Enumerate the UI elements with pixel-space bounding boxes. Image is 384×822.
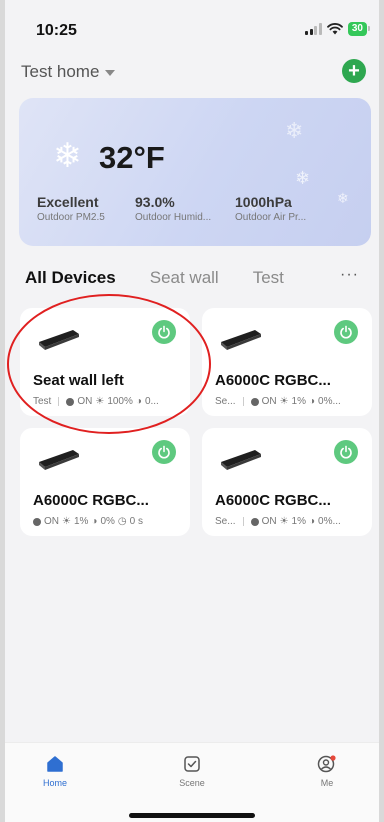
weather-card[interactable]: ❄ ❄ ❄ ❄ ❄ 32°F Excellent Outdoor PM2.5 9… xyxy=(19,98,371,246)
device-state: ON xyxy=(261,396,277,407)
half-circle-icon: ◑ xyxy=(309,516,316,527)
power-toggle[interactable] xyxy=(334,320,358,344)
brightness-icon: ☀ xyxy=(62,516,71,527)
device-name: A6000C RGBC... xyxy=(215,492,331,509)
pm25-stat: Excellent Outdoor PM2.5 xyxy=(37,194,105,223)
more-options-button[interactable]: ··· xyxy=(340,266,359,284)
tab-all-devices[interactable]: All Devices xyxy=(25,268,116,288)
device-name: A6000C RGBC... xyxy=(33,492,149,509)
device-brightness: 1% xyxy=(73,516,89,527)
device-status: ON ☀ 1% ◑ 0% ◷ 0 s xyxy=(33,516,143,527)
humidity-stat: 93.0% Outdoor Humid... xyxy=(135,194,211,223)
nav-me[interactable]: Me xyxy=(297,755,357,788)
battery-icon: 30 xyxy=(347,22,371,36)
device-room: Se... xyxy=(215,516,236,527)
home-name: Test home xyxy=(21,62,100,81)
highlight-annotation xyxy=(7,294,211,434)
snowflake-icon: ❄ xyxy=(53,137,82,175)
chevron-down-icon xyxy=(105,70,116,76)
nav-home[interactable]: Home xyxy=(25,755,85,788)
power-toggle[interactable] xyxy=(152,440,176,464)
add-device-button[interactable]: + xyxy=(342,59,366,83)
divider xyxy=(242,517,244,526)
device-card[interactable]: A6000C RGBC... ON ☀ 1% ◑ 0% ◷ 0 s xyxy=(20,428,190,536)
home-icon xyxy=(47,756,63,772)
stat-value: 93.0% xyxy=(135,194,175,210)
half-circle-icon: ◑ xyxy=(309,396,316,407)
power-icon xyxy=(158,445,170,459)
brightness-icon: ☀ xyxy=(279,516,289,527)
checkbox-icon xyxy=(184,756,200,772)
room-tabs: All Devices Seat wall Test xyxy=(25,268,298,288)
timer-icon: ◷ xyxy=(117,516,127,527)
device-state: ON xyxy=(261,516,277,527)
device-brightness: 1% xyxy=(291,516,306,527)
nav-label: Scene xyxy=(179,778,205,788)
wifi-icon xyxy=(326,23,343,35)
device-extra: 0%... xyxy=(318,396,341,407)
clock: 10:25 xyxy=(36,22,77,39)
device-extra: 0% xyxy=(100,516,115,527)
stat-label: Outdoor Humid... xyxy=(135,212,212,223)
bottom-nav: Home Scene Me xyxy=(5,742,379,822)
user-icon xyxy=(317,755,336,773)
light-fixture-icon xyxy=(221,450,261,470)
stat-value: Excellent xyxy=(37,194,99,210)
home-indicator xyxy=(129,813,255,818)
status-bar: 10:25 30 xyxy=(5,0,379,60)
tab-test[interactable]: Test xyxy=(253,268,284,288)
tab-seat-wall[interactable]: Seat wall xyxy=(150,268,219,288)
device-status: Se... ON ☀ 1% ◑ 0%... xyxy=(215,516,341,527)
device-state: ON xyxy=(44,516,59,527)
light-fixture-icon xyxy=(221,330,261,350)
app-screen: 10:25 30 Test home + ❄ ❄ ❄ ❄ ❄ 32°F Exce… xyxy=(5,0,379,822)
divider xyxy=(242,397,244,406)
nav-label: Me xyxy=(320,778,334,788)
device-status: Se... ON ☀ 1% ◑ 0%... xyxy=(215,396,341,407)
snowflake-decoration-icon: ❄ xyxy=(337,190,349,206)
power-icon xyxy=(340,325,352,339)
temperature: 32°F xyxy=(99,140,165,175)
switch-state-icon xyxy=(250,517,259,526)
nav-scene[interactable]: Scene xyxy=(162,755,222,788)
device-brightness: 1% xyxy=(291,396,306,407)
power-toggle[interactable] xyxy=(334,440,358,464)
stat-label: Outdoor Air Pr... xyxy=(235,212,307,223)
device-extra: 0%... xyxy=(318,516,341,527)
status-icons: 30 xyxy=(305,22,371,36)
device-room: Se... xyxy=(215,396,236,407)
device-timer: 0 s xyxy=(129,516,143,527)
air-pressure-stat: 1000hPa Outdoor Air Pr... xyxy=(235,194,306,223)
power-icon xyxy=(340,445,352,459)
switch-state-icon xyxy=(33,517,41,526)
snowflake-decoration-icon: ❄ xyxy=(285,118,304,143)
cellular-signal-icon xyxy=(305,23,322,35)
device-card[interactable]: A6000C RGBC... Se... ON ☀ 1% ◑ 0%... xyxy=(202,428,372,536)
plus-icon: + xyxy=(348,60,360,82)
device-name: A6000C RGBC... xyxy=(215,372,331,389)
stat-value: 1000hPa xyxy=(235,194,292,210)
light-fixture-icon xyxy=(39,450,79,470)
nav-label: Home xyxy=(42,778,67,788)
snowflake-decoration-icon: ❄ xyxy=(295,168,311,188)
half-circle-icon: ◑ xyxy=(91,516,98,527)
stat-label: Outdoor PM2.5 xyxy=(37,212,105,223)
brightness-icon: ☀ xyxy=(279,396,289,407)
home-selector[interactable]: Test home xyxy=(21,62,116,82)
device-card[interactable]: A6000C RGBC... Se... ON ☀ 1% ◑ 0%... xyxy=(202,308,372,416)
switch-state-icon xyxy=(250,397,259,406)
